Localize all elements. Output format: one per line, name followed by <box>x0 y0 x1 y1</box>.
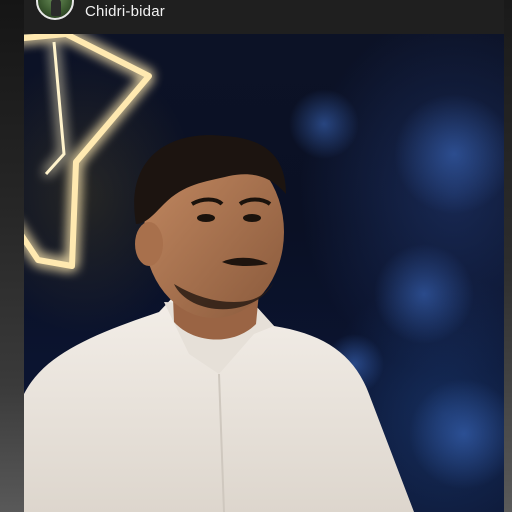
neon-star-icon <box>24 34 152 269</box>
person-figure <box>24 135 414 512</box>
left-edge-strip <box>0 0 24 512</box>
profile-avatar-icon[interactable] <box>36 0 74 20</box>
right-edge-strip <box>504 0 512 512</box>
photo-scene <box>24 34 504 512</box>
story-screen: Chidri-bidar <box>0 0 512 512</box>
location-label[interactable]: Chidri-bidar <box>85 3 165 20</box>
post-header: Chidri-bidar <box>24 0 504 34</box>
avatar-figure <box>51 0 61 16</box>
post-photo[interactable] <box>24 34 504 512</box>
